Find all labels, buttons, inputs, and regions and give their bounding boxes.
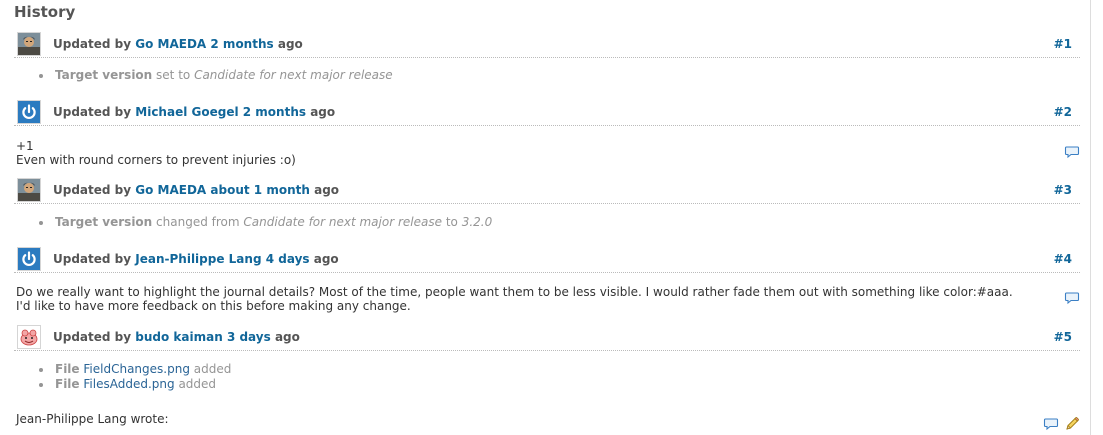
updated-by-label: Updated by: [53, 37, 132, 51]
author-link[interactable]: Go MAEDA: [135, 37, 206, 51]
history-title: History: [14, 3, 76, 21]
ago-label: ago: [274, 330, 300, 344]
author-link[interactable]: Jean-Philippe Lang: [135, 252, 261, 266]
detail-verb: set to: [156, 68, 191, 82]
detail-item: Target version changed from Candidate fo…: [37, 215, 492, 230]
author-link[interactable]: Go MAEDA: [135, 183, 206, 197]
speech-bubble-icon: [1043, 418, 1059, 431]
journal-header-text: Updated by Go MAEDA about 1 month ago: [53, 183, 339, 197]
detail-field: File: [55, 362, 80, 376]
detail-value: Candidate for next major release: [194, 68, 393, 82]
journal-header-text: Updated by Michael Goegel 2 months ago: [53, 105, 335, 119]
detail-verb-to: to: [445, 215, 458, 229]
detail-verb: changed from: [156, 215, 240, 229]
journal-header-text: Updated by Go MAEDA 2 months ago: [53, 37, 303, 51]
journal-number-link[interactable]: #5: [1054, 330, 1072, 344]
journal-header-5: Updated by budo kaiman 3 days ago #5: [14, 325, 1080, 351]
detail-field: File: [55, 377, 80, 391]
journal-number-link[interactable]: #3: [1054, 183, 1072, 197]
detail-verb: added: [193, 362, 232, 376]
journal-header-4: Updated by Jean-Philippe Lang 4 days ago…: [14, 247, 1080, 273]
note-line: I'd like to have more feedback on this b…: [16, 299, 411, 313]
journal-details-1: Target version set to Candidate for next…: [37, 68, 393, 83]
journal-details-5: File FieldChanges.png added File FilesAd…: [37, 362, 231, 392]
power-icon: [18, 101, 40, 123]
note-line: Jean-Philippe Lang wrote:: [16, 412, 169, 426]
author-link[interactable]: budo kaiman: [135, 330, 222, 344]
avatar-go-maeda: [17, 178, 41, 202]
note-line: +1: [16, 139, 34, 153]
history-panel: History Updated by Go MAEDA 2 months ago…: [0, 0, 1091, 435]
updated-by-label: Updated by: [53, 105, 132, 119]
speech-bubble-icon: [1064, 292, 1080, 305]
updated-by-label: Updated by: [53, 330, 132, 344]
cartoon-character-icon: [18, 326, 40, 348]
power-icon: [18, 248, 40, 270]
journal-note-2: +1 Even with round corners to prevent in…: [16, 139, 1056, 167]
journal-note-4: Do we really want to highlight the journ…: [16, 285, 1056, 313]
quote-button[interactable]: [1064, 144, 1080, 160]
journal-details-3: Target version changed from Candidate fo…: [37, 215, 492, 230]
time-ago-link[interactable]: 2 months: [243, 105, 306, 119]
detail-old-value: Candidate for next major release: [243, 215, 442, 229]
detail-field: Target version: [55, 215, 153, 229]
detail-field: Target version: [55, 68, 153, 82]
journal-header-1: Updated by Go MAEDA 2 months ago #1: [14, 32, 1080, 58]
avatar-michael-goegel: [17, 100, 41, 124]
detail-verb: added: [178, 377, 217, 391]
updated-by-label: Updated by: [53, 183, 132, 197]
person-photo-icon: [18, 33, 40, 55]
time-ago-link[interactable]: about 1 month: [210, 183, 310, 197]
journal-note-5: Jean-Philippe Lang wrote:: [16, 412, 1056, 426]
detail-item: Target version set to Candidate for next…: [37, 68, 393, 83]
detail-item: File FieldChanges.png added: [37, 362, 231, 377]
ago-label: ago: [314, 183, 340, 197]
ago-label: ago: [277, 37, 303, 51]
speech-bubble-icon: [1064, 146, 1080, 159]
person-photo-icon: [18, 179, 40, 201]
detail-item: File FilesAdded.png added: [37, 377, 231, 392]
journal-number-link[interactable]: #2: [1054, 105, 1072, 119]
edit-button[interactable]: [1064, 416, 1080, 432]
avatar-jean-philippe-lang: [17, 247, 41, 271]
pencil-icon: [1066, 417, 1079, 430]
journal-header-2: Updated by Michael Goegel 2 months ago #…: [14, 100, 1080, 126]
note-line: Do we really want to highlight the journ…: [16, 285, 1013, 299]
journal-number-link[interactable]: #4: [1054, 252, 1072, 266]
attachment-link[interactable]: FilesAdded.png: [83, 377, 174, 391]
journal-header-text: Updated by Jean-Philippe Lang 4 days ago: [53, 252, 339, 266]
detail-new-value: 3.2.0: [461, 215, 493, 229]
quote-button[interactable]: [1064, 290, 1080, 306]
time-ago-link[interactable]: 2 months: [210, 37, 273, 51]
quote-button[interactable]: [1043, 416, 1059, 432]
note-line: Even with round corners to prevent injur…: [16, 153, 296, 167]
journal-number-link[interactable]: #1: [1054, 37, 1072, 51]
avatar-go-maeda: [17, 32, 41, 56]
time-ago-link[interactable]: 4 days: [266, 252, 310, 266]
ago-label: ago: [310, 105, 336, 119]
journal-header-3: Updated by Go MAEDA about 1 month ago #3: [14, 178, 1080, 204]
journal-header-text: Updated by budo kaiman 3 days ago: [53, 330, 300, 344]
time-ago-link[interactable]: 3 days: [227, 330, 271, 344]
avatar-budo-kaiman: [17, 325, 41, 349]
ago-label: ago: [313, 252, 339, 266]
attachment-link[interactable]: FieldChanges.png: [83, 362, 190, 376]
author-link[interactable]: Michael Goegel: [135, 105, 238, 119]
updated-by-label: Updated by: [53, 252, 132, 266]
